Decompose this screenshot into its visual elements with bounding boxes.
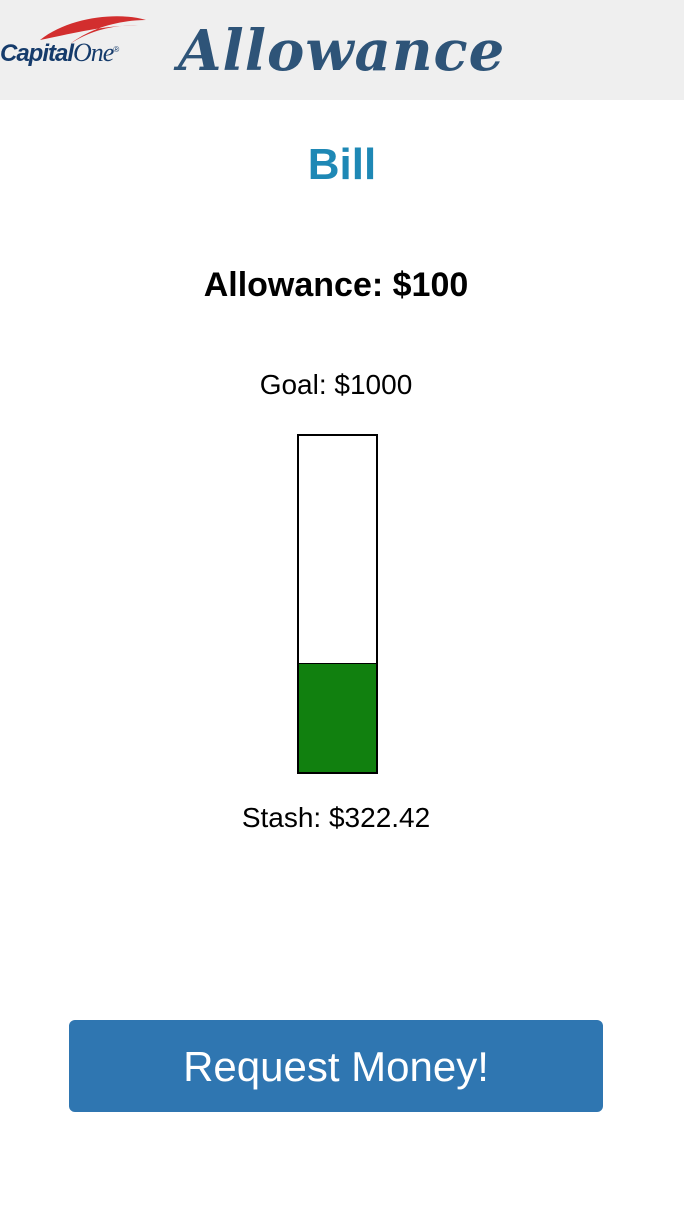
capital-one-logo[interactable]: CapitalOne® [0, 10, 160, 70]
savings-progress-meter [297, 434, 378, 774]
logo-wordmark: CapitalOne® [0, 38, 119, 67]
child-name: Bill [307, 140, 377, 189]
request-money-button[interactable]: Request Money! [69, 1020, 603, 1112]
app-title: Allowance [178, 18, 506, 84]
savings-progress-fill [299, 663, 376, 772]
goal-amount: Goal: $1000 [259, 369, 413, 400]
allowance-amount: Allowance: $100 [203, 266, 469, 304]
app-header: CapitalOne® Allowance [0, 0, 684, 100]
stash-amount: Stash: $322.42 [241, 802, 431, 833]
allowance-page: CapitalOne® Allowance Bill Allowance: $1… [0, 0, 684, 1206]
